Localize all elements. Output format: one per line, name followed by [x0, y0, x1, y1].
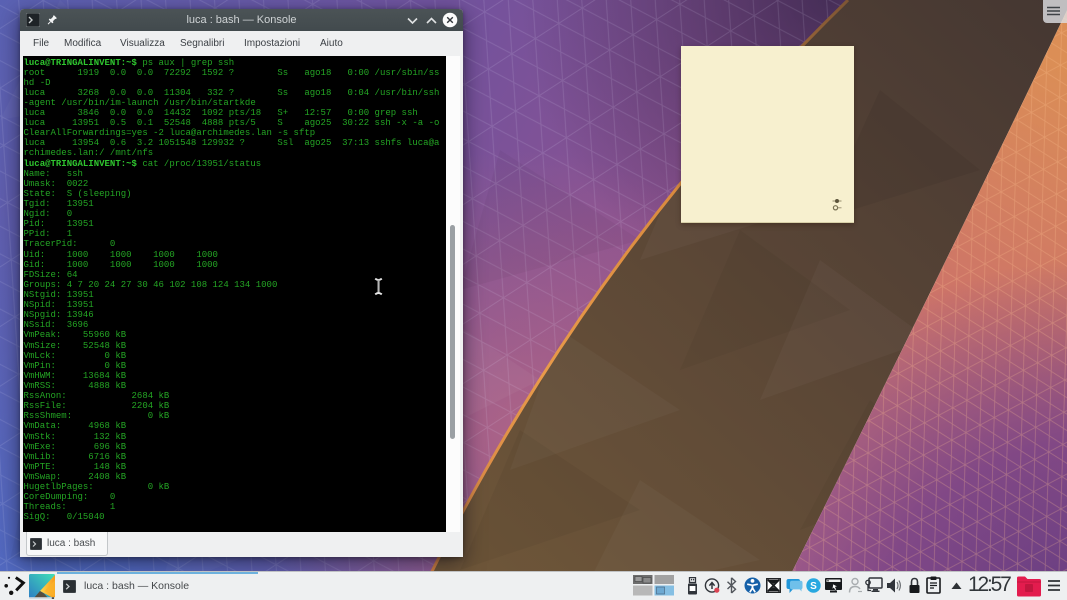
svg-text:S: S — [810, 581, 817, 592]
